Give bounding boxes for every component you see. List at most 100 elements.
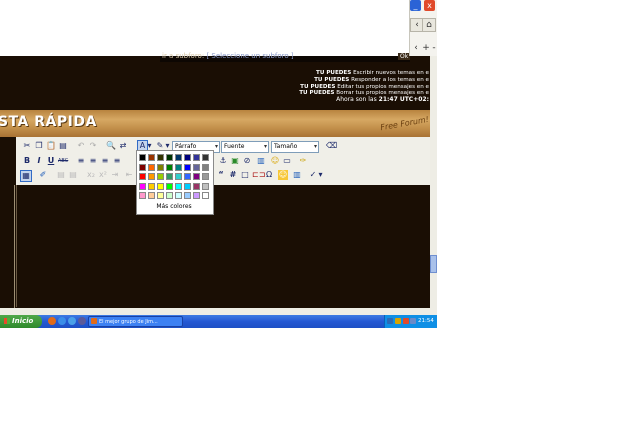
table-props-icon[interactable]: ▤: [68, 170, 78, 180]
color-swatch[interactable]: [193, 173, 200, 180]
redo-icon[interactable]: ↷: [88, 141, 98, 151]
volume-icon[interactable]: [410, 318, 416, 324]
align-right-icon[interactable]: ≡: [100, 156, 110, 166]
horizontal-scrollbar[interactable]: [0, 308, 437, 315]
color-swatch[interactable]: [139, 163, 146, 171]
color-swatch[interactable]: [166, 163, 173, 171]
align-justify-icon[interactable]: ≡: [112, 156, 122, 166]
start-button[interactable]: Inicio: [0, 315, 42, 328]
firefox-icon[interactable]: [48, 317, 56, 325]
edit-icon[interactable]: ✐: [38, 170, 48, 180]
color-swatch[interactable]: [166, 192, 173, 199]
taskbar-window-item[interactable]: El mejor grupo de Jim...: [88, 316, 183, 327]
align-left-icon[interactable]: ≡: [76, 156, 86, 166]
color-swatch[interactable]: [139, 173, 146, 180]
undo-icon[interactable]: ↶: [76, 141, 86, 151]
color-swatch[interactable]: [193, 182, 200, 190]
find-icon[interactable]: 🔍: [106, 141, 116, 151]
ie-icon[interactable]: [58, 317, 66, 325]
hide-icon[interactable]: ☺: [278, 170, 288, 180]
source-code-icon[interactable]: ▦: [20, 170, 32, 182]
color-swatch[interactable]: [175, 173, 182, 180]
align-center-icon[interactable]: ≡: [88, 156, 98, 166]
bold-icon[interactable]: B: [22, 156, 32, 166]
check-icon[interactable]: ✓: [308, 170, 318, 180]
home-icon[interactable]: ⌂: [422, 18, 436, 32]
color-swatch[interactable]: [139, 182, 146, 190]
italic-icon[interactable]: I: [34, 156, 44, 166]
color-swatch[interactable]: [157, 163, 164, 171]
color-swatch[interactable]: [175, 192, 182, 199]
emoticon-icon[interactable]: ☺: [270, 156, 280, 166]
strikethrough-icon[interactable]: ABC: [58, 156, 68, 166]
zoom-out-icon[interactable]: -: [428, 42, 437, 54]
color-swatch[interactable]: [175, 182, 182, 190]
color-swatch[interactable]: [148, 192, 155, 199]
code-icon[interactable]: ▥: [292, 170, 302, 180]
font-size-select[interactable]: Tamaño: [271, 141, 319, 153]
color-swatch[interactable]: [157, 182, 164, 190]
color-swatch[interactable]: [139, 192, 146, 199]
media-icon[interactable]: ▥: [256, 156, 266, 166]
more-colors-link[interactable]: Más colores: [136, 203, 212, 210]
color-swatch[interactable]: [139, 154, 146, 161]
video-icon[interactable]: ▭: [282, 156, 292, 166]
close-button[interactable]: x: [424, 0, 435, 11]
paste-icon[interactable]: 📋: [46, 141, 56, 151]
table-icon[interactable]: ▤: [56, 170, 66, 180]
message-editor[interactable]: [16, 185, 431, 307]
color-swatch[interactable]: [193, 163, 200, 171]
color-swatch[interactable]: [157, 192, 164, 199]
box-icon[interactable]: □: [240, 170, 250, 180]
cut-icon[interactable]: ✂: [22, 141, 32, 151]
subforum-select[interactable]: [ Seleccione un subforo ]: [206, 52, 293, 60]
color-swatch[interactable]: [175, 154, 182, 161]
color-swatch[interactable]: [202, 182, 209, 190]
color-swatch[interactable]: [193, 154, 200, 161]
color-swatch[interactable]: [184, 163, 191, 171]
quote-icon[interactable]: “: [216, 170, 226, 180]
color-swatch[interactable]: [202, 154, 209, 161]
superscript-icon[interactable]: x²: [98, 170, 108, 180]
special-char-icon[interactable]: Ω: [264, 170, 274, 180]
network-icon[interactable]: [387, 318, 393, 324]
color-swatch[interactable]: [148, 173, 155, 180]
outdent-icon[interactable]: ⇤: [124, 170, 134, 180]
underline-icon[interactable]: U: [46, 156, 56, 166]
security-icon[interactable]: [395, 318, 401, 324]
font-family-select[interactable]: Fuente: [221, 141, 269, 153]
color-swatch[interactable]: [175, 163, 182, 171]
copy-icon[interactable]: ❐: [34, 141, 44, 151]
color-swatch[interactable]: [166, 182, 173, 190]
color-swatch[interactable]: [202, 163, 209, 171]
hashtag-icon[interactable]: #: [228, 170, 238, 180]
color-swatch[interactable]: [184, 154, 191, 161]
image-icon[interactable]: ▣: [230, 156, 240, 166]
color-swatch[interactable]: [157, 173, 164, 180]
color-swatch[interactable]: [202, 192, 209, 199]
anchor-icon[interactable]: ⚓: [218, 156, 228, 166]
color-swatch[interactable]: [202, 173, 209, 180]
color-swatch[interactable]: [184, 173, 191, 180]
color-swatch[interactable]: [184, 182, 191, 190]
color-swatch[interactable]: [148, 154, 155, 161]
desktop-icon[interactable]: [78, 317, 86, 325]
color-swatch[interactable]: [157, 154, 164, 161]
antivirus-icon[interactable]: [403, 318, 409, 324]
paste-text-icon[interactable]: ▤: [58, 141, 68, 151]
color-swatch[interactable]: [166, 154, 173, 161]
color-swatch[interactable]: [193, 192, 200, 199]
clear-format-icon[interactable]: ⌫: [326, 141, 337, 151]
minimize-button[interactable]: _: [410, 0, 421, 11]
chevron-down-icon[interactable]: ▾: [318, 170, 323, 180]
spoiler-icon[interactable]: ✑: [298, 156, 308, 166]
indent-icon[interactable]: ⇥: [110, 170, 120, 180]
color-swatch[interactable]: [148, 163, 155, 171]
horizontal-rule-icon[interactable]: ⊏⊐: [252, 170, 265, 180]
vertical-scroll-thumb[interactable]: [430, 255, 437, 273]
color-swatch[interactable]: [166, 173, 173, 180]
link-icon[interactable]: ⊘: [242, 156, 252, 166]
subscript-icon[interactable]: x₂: [86, 170, 96, 180]
color-swatch[interactable]: [184, 192, 191, 199]
replace-icon[interactable]: ⇄: [118, 141, 128, 151]
